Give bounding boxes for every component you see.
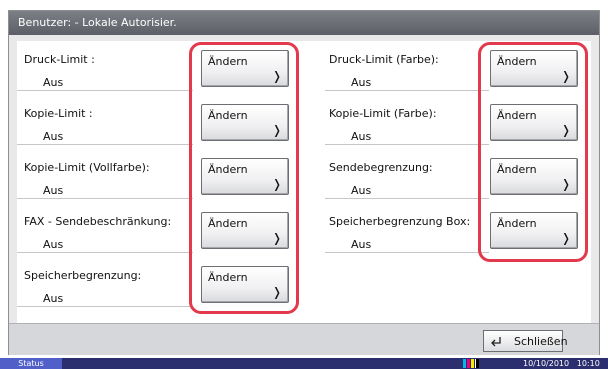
- row-divider: [17, 144, 193, 145]
- button-label: Ändern: [497, 109, 537, 122]
- setting-value: Aus: [43, 184, 64, 197]
- chevron-right-icon: ❭: [271, 123, 282, 137]
- toner-level-icon: [463, 359, 483, 368]
- setting-value: Aus: [43, 76, 64, 89]
- setting-value: Aus: [351, 130, 372, 143]
- button-label: Ändern: [208, 271, 248, 284]
- setting-label: Speicherbegrenzung:: [24, 269, 142, 282]
- row-divider: [17, 306, 193, 307]
- dialog-panel: Benutzer: - Lokale Autorisier. Druck-Lim…: [8, 10, 600, 355]
- setting-value: Aus: [43, 292, 64, 305]
- status-datetime: 10/10/2010 10:10: [523, 359, 600, 368]
- button-label: Ändern: [208, 163, 248, 176]
- setting-label: Druck-Limit :: [24, 53, 95, 66]
- row-divider: [17, 198, 193, 199]
- row-divider: [325, 90, 489, 91]
- close-button[interactable]: Schließen: [483, 330, 568, 352]
- row-divider: [17, 90, 193, 91]
- chevron-right-icon: ❭: [560, 231, 571, 245]
- close-label: Schließen: [514, 335, 568, 348]
- change-button-storage-limit[interactable]: Ändern ❭: [201, 266, 289, 303]
- chevron-right-icon: ❭: [560, 123, 571, 137]
- button-label: Ändern: [208, 55, 248, 68]
- setting-value: Aus: [351, 76, 372, 89]
- setting-label: Kopie-Limit (Vollfarbe):: [24, 161, 150, 174]
- chevron-right-icon: ❭: [271, 177, 282, 191]
- chevron-right-icon: ❭: [271, 231, 282, 245]
- setting-value: Aus: [43, 130, 64, 143]
- chevron-right-icon: ❭: [560, 177, 571, 191]
- change-button-print-limit[interactable]: Ändern ❭: [201, 50, 289, 87]
- setting-label: Speicherbegrenzung Box:: [329, 215, 471, 228]
- change-button-copy-limit-color[interactable]: Ändern ❭: [490, 104, 578, 141]
- change-button-fax-send-limit[interactable]: Ändern ❭: [201, 212, 289, 249]
- setting-value: Aus: [351, 184, 372, 197]
- dialog-title: Benutzer: - Lokale Autorisier.: [9, 11, 599, 35]
- row-divider: [17, 252, 193, 253]
- button-label: Ändern: [208, 109, 248, 122]
- chevron-right-icon: ❭: [271, 69, 282, 83]
- button-label: Ändern: [497, 217, 537, 230]
- setting-value: Aus: [43, 238, 64, 251]
- change-button-box-storage-limit[interactable]: Ändern ❭: [490, 212, 578, 249]
- setting-label: Kopie-Limit :: [24, 107, 93, 120]
- row-divider: [325, 198, 489, 199]
- status-bar: Status 10/10/2010 10:10: [0, 358, 608, 369]
- change-button-print-limit-color[interactable]: Ändern ❭: [490, 50, 578, 87]
- setting-label: Sendebegrenzung:: [329, 161, 433, 174]
- change-button-send-limit[interactable]: Ändern ❭: [490, 158, 578, 195]
- chevron-right-icon: ❭: [560, 69, 571, 83]
- button-label: Ändern: [208, 217, 248, 230]
- row-divider: [325, 144, 489, 145]
- change-button-copy-limit[interactable]: Ändern ❭: [201, 104, 289, 141]
- row-divider: [325, 252, 489, 253]
- setting-value: Aus: [351, 238, 372, 251]
- setting-label: Druck-Limit (Farbe):: [329, 53, 439, 66]
- status-button[interactable]: Status: [0, 358, 62, 369]
- button-label: Ändern: [497, 163, 537, 176]
- button-label: Ändern: [497, 55, 537, 68]
- setting-label: Kopie-Limit (Farbe):: [329, 107, 437, 120]
- change-button-copy-limit-fullcolor[interactable]: Ändern ❭: [201, 158, 289, 195]
- enter-icon: [491, 337, 501, 347]
- chevron-right-icon: ❭: [271, 285, 282, 299]
- setting-label: FAX - Sendebeschränkung:: [24, 215, 172, 228]
